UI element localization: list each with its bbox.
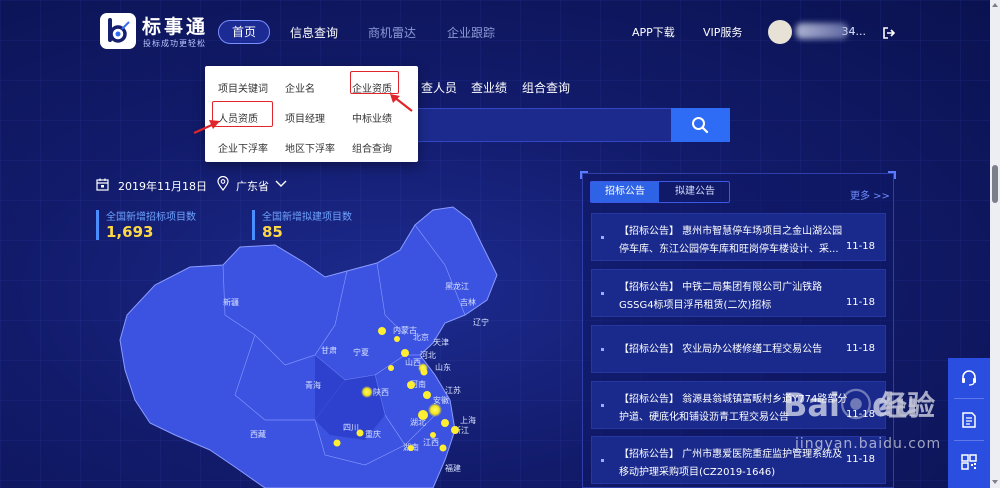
map-label-qinghai: 青海 — [305, 380, 321, 390]
tab-bid-announcement[interactable]: 招标公告 — [591, 182, 659, 202]
side-toolbar — [948, 358, 990, 488]
bullet-dot — [601, 404, 604, 407]
dropdown-item-company-qualification[interactable]: 企业资质 — [352, 80, 392, 95]
info-query-dropdown: 项目关键词 企业名 企业资质 人员资质 项目经理 中标业绩 企业下浮率 地区下浮… — [205, 66, 418, 162]
avatar[interactable] — [768, 20, 792, 44]
date-selector[interactable]: 2019年11月18日 — [118, 178, 207, 194]
logo-icon[interactable] — [100, 13, 136, 49]
scroll-up-icon[interactable] — [992, 3, 998, 7]
red-arrow-icon — [390, 94, 413, 112]
announcement-date: 11-18 — [845, 241, 875, 252]
scroll-down-icon[interactable] — [992, 480, 998, 484]
announcement-date: 11-18 — [845, 343, 875, 354]
announcement-tabs: 招标公告 拟建公告 — [590, 181, 730, 203]
map-label-sichuan: 四川 — [343, 423, 359, 432]
logout-icon[interactable] — [882, 26, 896, 40]
subnav-personnel[interactable]: 查人员 — [421, 79, 457, 96]
page-scrollbar[interactable] — [990, 0, 1000, 488]
announcement-title: 【招标公告】 中铁二局集团有限公司广汕铁路GSSG4标项目浮吊租赁(二次)招标 — [619, 282, 823, 311]
dropdown-item-combined-query[interactable]: 组合查询 — [352, 140, 392, 155]
map-label-gansu: 甘肃 — [321, 345, 337, 355]
nav-home[interactable]: 首页 — [218, 20, 270, 44]
announcement-title: 【招标公告】 农业局办公楼修缮工程交易公告 — [619, 344, 823, 355]
bullet-dot — [601, 292, 604, 295]
calendar-icon — [96, 178, 109, 191]
baidu-jingyan-watermark: Bai⦿du 经验 jingyan.baidu.com — [783, 380, 943, 470]
username-redaction — [796, 23, 848, 39]
nav-business-radar[interactable]: 商机雷达 — [368, 24, 416, 41]
nav-company-tracking[interactable]: 企业跟踪 — [447, 24, 495, 41]
logo-title: 标事通 — [142, 16, 209, 38]
map-label-shaanxi: 陕西 — [373, 387, 389, 397]
panel-corner — [888, 171, 896, 179]
map-label-heilongjiang: 黑龙江 — [445, 281, 469, 291]
customer-service-button[interactable] — [948, 358, 990, 396]
nav-info-query[interactable]: 信息查询 — [290, 24, 338, 41]
map-label-jilin: 吉林 — [460, 297, 476, 307]
subnav-combined[interactable]: 组合查询 — [522, 79, 570, 96]
search-button[interactable] — [671, 108, 730, 142]
map-label-shanghai: 上海 — [460, 415, 476, 425]
location-pin-icon — [217, 176, 229, 191]
red-arrow-icon — [193, 120, 220, 135]
dropdown-item-region-discount[interactable]: 地区下浮率 — [285, 140, 335, 155]
feedback-button[interactable] — [948, 400, 990, 438]
map-label-xinjiang: 新疆 — [223, 297, 239, 307]
map-label-shanxi: 山西 — [405, 357, 421, 367]
qrcode-button[interactable] — [948, 442, 990, 480]
announcement-title: 【招标公告】 惠州市智慧停车场项目之金山湖公园停车库、东江公园停车库和旺岗停车楼… — [619, 226, 843, 255]
app-download-link[interactable]: APP下载 — [632, 24, 675, 40]
map-label-xizang: 西藏 — [250, 429, 266, 439]
subnav-performance[interactable]: 查业绩 — [471, 79, 507, 96]
dropdown-item-personnel-qualification[interactable]: 人员资质 — [218, 110, 258, 125]
province-selector[interactable]: 广东省 — [236, 178, 269, 194]
map-label-jiangxi: 江西 — [423, 438, 439, 447]
logo-subtitle: 投标成功更轻松 — [143, 39, 206, 48]
dropdown-item-company-name[interactable]: 企业名 — [285, 80, 315, 95]
panel-corner — [580, 171, 588, 179]
map-label-fujian: 福建 — [445, 463, 461, 473]
china-map[interactable]: 新疆 西藏 青海 甘肃 内蒙古 宁夏 陕西 山西 河北 北京 天津 山东 河南 … — [115, 205, 525, 488]
divider — [954, 440, 984, 441]
map-label-beijing: 北京 — [413, 332, 429, 342]
tab-planned-announcement[interactable]: 拟建公告 — [661, 182, 729, 202]
dropdown-item-company-discount[interactable]: 企业下浮率 — [218, 140, 268, 155]
bullet-dot — [601, 236, 604, 239]
top-header: 标事通 投标成功更轻松 首页 信息查询 商机雷达 企业跟踪 APP下载 VIP服… — [0, 0, 990, 64]
list-item[interactable]: 【招标公告】 农业局办公楼修缮工程交易公告 11-18 — [591, 325, 886, 373]
map-label-shandong: 山东 — [435, 362, 451, 372]
list-item[interactable]: 【招标公告】 惠州市智慧停车场项目之金山湖公园停车库、东江公园停车库和旺岗停车楼… — [591, 213, 886, 261]
announcement-date: 11-18 — [845, 297, 875, 308]
map-label-chongqing: 重庆 — [365, 429, 381, 439]
map-label-liaoning: 辽宁 — [473, 317, 489, 327]
dropdown-item-project-keyword[interactable]: 项目关键词 — [218, 80, 268, 95]
list-item[interactable]: 【招标公告】 中铁二局集团有限公司广汕铁路GSSG4标项目浮吊租赁(二次)招标 … — [591, 269, 886, 317]
map-label-ningxia: 宁夏 — [353, 347, 369, 357]
qrcode-icon — [961, 454, 977, 470]
bullet-dot — [601, 459, 604, 462]
dropdown-item-project-manager[interactable]: 项目经理 — [285, 110, 325, 125]
map-label-jiangsu: 江苏 — [445, 385, 461, 395]
bullet-dot — [601, 348, 604, 351]
map-label-hebei: 河北 — [420, 350, 436, 360]
watermark-jingyan-text: 经验 — [879, 389, 936, 422]
stat-accent-bar — [96, 210, 99, 240]
more-link[interactable]: 更多 >> — [850, 187, 890, 202]
vip-service-link[interactable]: VIP服务 — [703, 24, 742, 40]
search-icon — [692, 117, 709, 134]
chevron-down-icon[interactable] — [275, 180, 287, 188]
divider — [954, 398, 984, 399]
edit-icon — [962, 412, 976, 428]
map-label-tianjin: 天津 — [433, 337, 449, 347]
watermark-url: jingyan.baidu.com — [795, 436, 942, 452]
headset-icon — [962, 370, 976, 386]
scroll-thumb[interactable] — [992, 165, 998, 203]
dropdown-item-bid-performance[interactable]: 中标业绩 — [352, 110, 392, 125]
